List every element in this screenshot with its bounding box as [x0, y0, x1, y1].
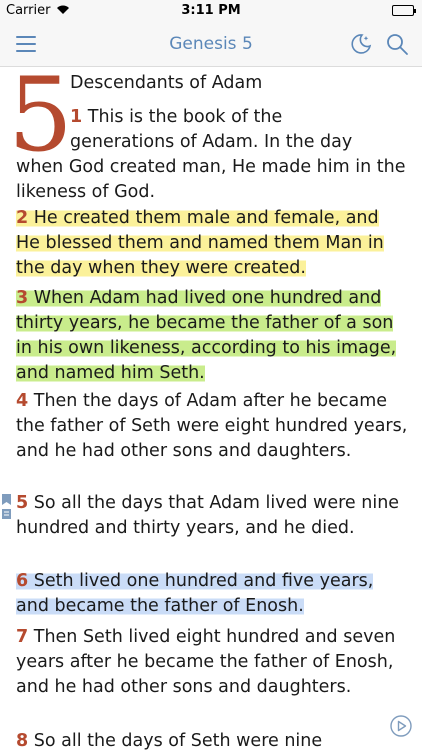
verse-text: When Adam had lived one hundred and thir… — [16, 288, 397, 383]
verse-number: 2 — [16, 208, 29, 228]
verse-7[interactable]: 7 Then Seth lived eight hundred and seve… — [16, 625, 408, 700]
verse-number: 8 — [16, 731, 29, 751]
verse-1-intro[interactable]: 1 This is the book of the generations of… — [70, 105, 410, 155]
verse-1-rest[interactable]: when God created man, He made him in the… — [16, 155, 408, 205]
verse-highlight-green: 3 When Adam had lived one hundred and th… — [16, 288, 397, 383]
status-time: 3:11 PM — [181, 3, 241, 18]
verse-number: 4 — [16, 391, 29, 411]
bookmark-note-icon[interactable] — [2, 494, 12, 522]
night-mode-icon[interactable] — [349, 32, 373, 56]
verse-text: Then Seth lived eight hundred and seven … — [16, 627, 396, 697]
verse-highlight-blue: 6 Seth lived one hundred and five years,… — [16, 571, 374, 616]
verse-5[interactable]: 5 So all the days that Adam lived were n… — [16, 491, 408, 541]
verse-text: Seth lived one hundred and five years, a… — [16, 571, 374, 616]
verse-text: Then the days of Adam after he became th… — [16, 391, 408, 461]
verse-text: This is the book of the — [82, 107, 283, 127]
verse-number: 5 — [16, 493, 29, 513]
verse-4[interactable]: 4 Then the days of Adam after he became … — [16, 389, 408, 464]
verse-text: So all the days of Seth were nine — [28, 731, 323, 751]
section-heading: Descendants of Adam — [70, 73, 263, 93]
verse-highlight-yellow: 2 He created them male and female, and H… — [16, 208, 384, 278]
verse-text: So all the days that Adam lived were nin… — [16, 493, 400, 538]
verse-3[interactable]: 3 When Adam had lived one hundred and th… — [16, 286, 408, 386]
chapter-number-dropcap: 5 — [8, 56, 73, 175]
verse-text: generations of Adam. In the day — [70, 132, 353, 152]
verse-2[interactable]: 2 He created them male and female, and H… — [16, 206, 408, 281]
battery-icon — [392, 5, 416, 16]
verse-number: 7 — [16, 627, 29, 647]
verse-8[interactable]: 8 So all the days of Seth were nine — [16, 729, 408, 754]
chapter-content[interactable]: 5 Descendants of Adam 1 This is the book… — [0, 56, 422, 751]
verse-6[interactable]: 6 Seth lived one hundred and five years,… — [16, 569, 408, 619]
play-icon[interactable] — [390, 715, 412, 737]
verse-number: 6 — [16, 571, 29, 591]
verse-number: 3 — [16, 288, 29, 308]
search-icon[interactable] — [385, 32, 409, 56]
status-bar: Carrier 3:11 PM — [0, 0, 422, 22]
verse-number: 1 — [70, 107, 83, 127]
verse-text: He created them male and female, and He … — [16, 208, 384, 278]
